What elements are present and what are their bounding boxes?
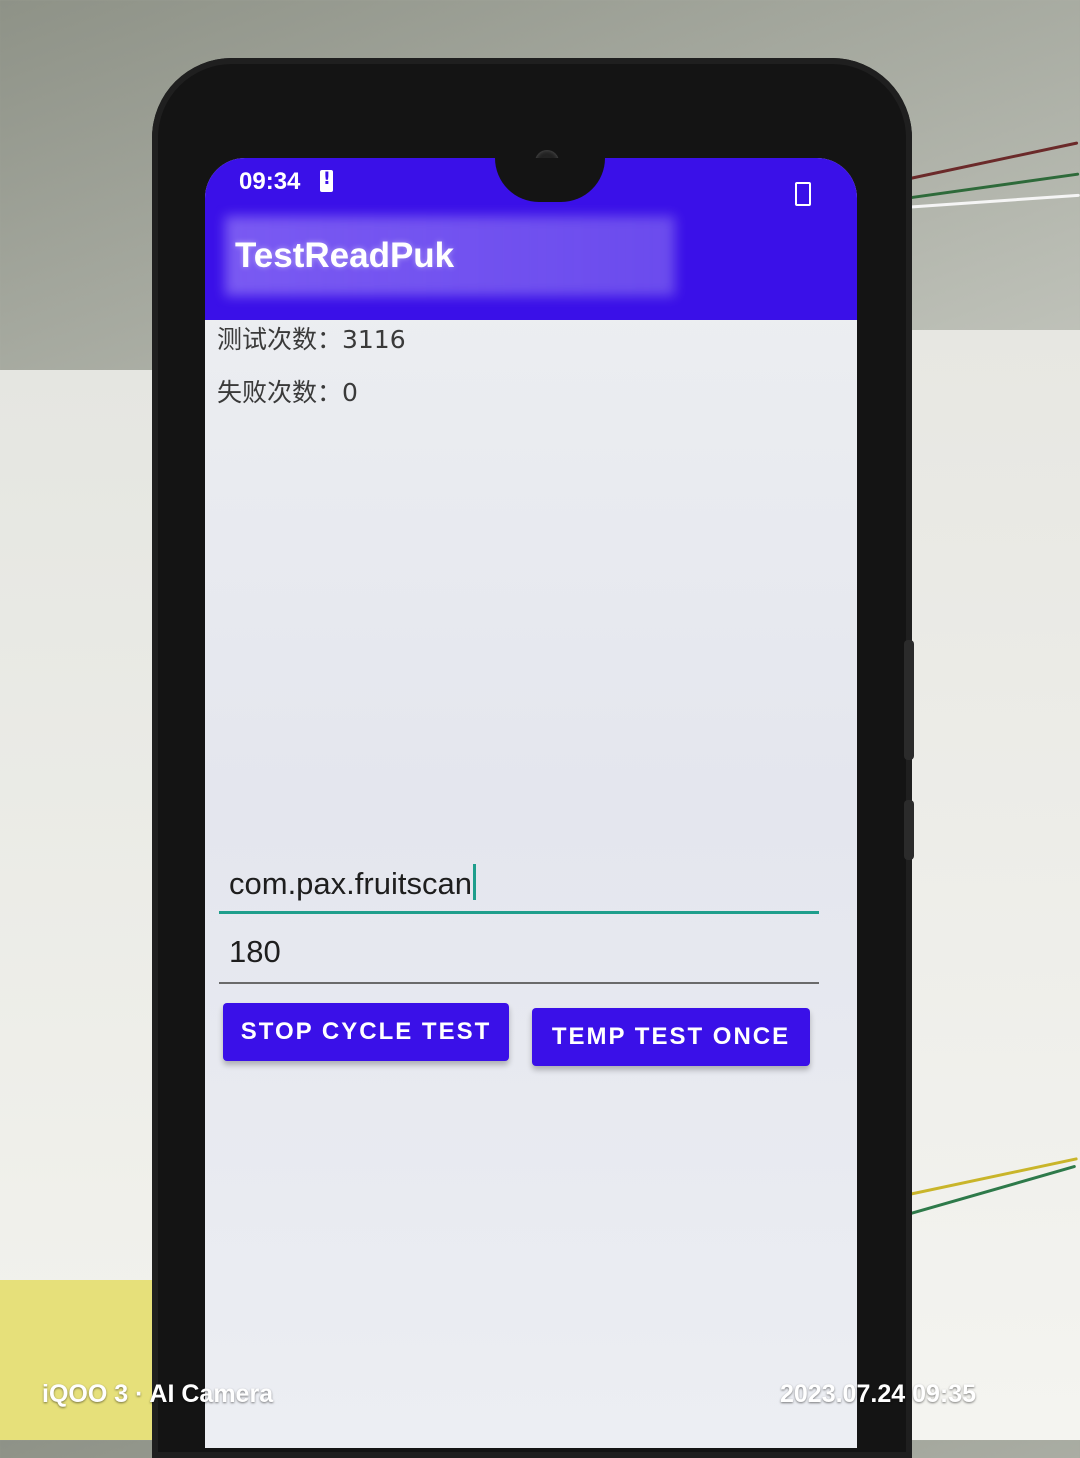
app-bar: TestReadPuk	[205, 208, 857, 320]
volume-button	[904, 640, 914, 760]
temp-test-once-button[interactable]: TEMP TEST ONCE	[532, 1008, 810, 1066]
timestamp-watermark: 2023.07.24 09:35	[780, 1380, 977, 1408]
battery-icon	[795, 182, 811, 206]
package-name-value: com.pax.fruitscan	[229, 866, 472, 901]
interval-value: 180	[229, 934, 281, 969]
power-button	[904, 800, 914, 860]
battery-alert-icon	[320, 169, 333, 192]
package-name-field[interactable]: com.pax.fruitscan	[219, 858, 819, 914]
interval-field[interactable]: 180	[219, 928, 819, 984]
phone-screen: 09:34 TestReadPuk 测试次数：3116 失败次数：0 com.p…	[205, 158, 857, 1448]
test-count-label: 测试次数：3116	[217, 325, 406, 354]
status-time: 09:34	[239, 168, 301, 195]
camera-watermark: iQOO 3 · AI Camera	[42, 1380, 274, 1408]
app-title: TestReadPuk	[235, 236, 455, 275]
package-name-underline	[219, 911, 819, 914]
interval-underline	[219, 982, 819, 984]
fail-count-label: 失败次数：0	[217, 378, 358, 407]
text-cursor	[472, 864, 476, 900]
stop-cycle-test-button[interactable]: STOP CYCLE TEST	[223, 1003, 509, 1061]
